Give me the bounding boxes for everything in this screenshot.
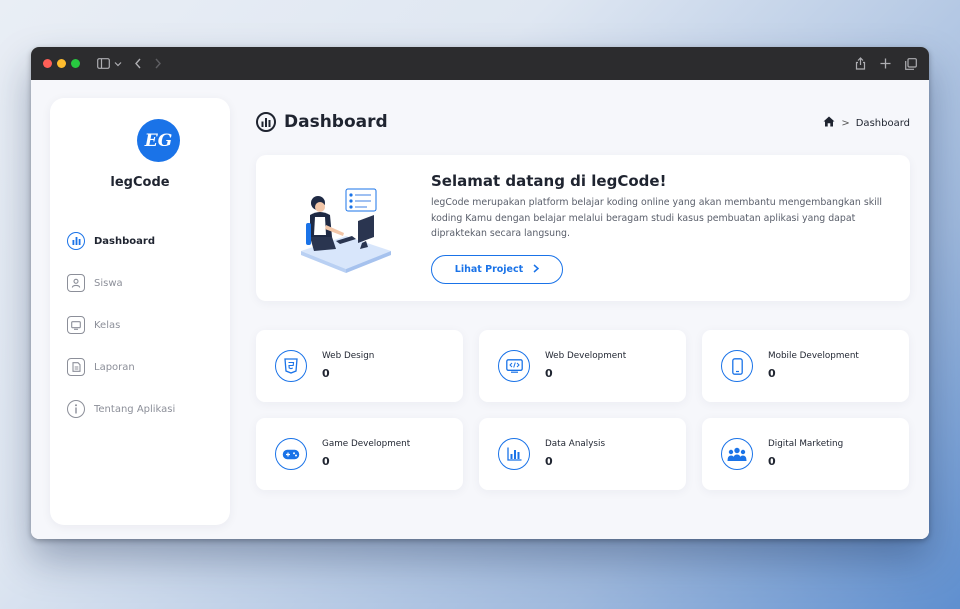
category-card-data-analysis[interactable]: Data Analysis 0 (479, 418, 686, 490)
welcome-description: legCode merupakan platform belajar kodin… (431, 197, 882, 239)
card-label: Web Design (322, 351, 375, 361)
brand-logo[interactable]: EG (137, 119, 180, 162)
welcome-title: Selamat datang di legCode! (431, 172, 666, 190)
breadcrumb: > Dashboard (823, 116, 910, 130)
people-icon (721, 438, 753, 470)
card-label: Web Development (545, 351, 627, 361)
mobile-icon (721, 350, 753, 382)
brand-name: legCode (110, 175, 170, 190)
breadcrumb-current: Dashboard (855, 117, 910, 129)
breadcrumb-separator: > (841, 117, 850, 129)
sidebar-item-kelas[interactable]: Kelas (67, 304, 217, 346)
card-label: Digital Marketing (768, 439, 844, 449)
card-count: 0 (545, 367, 553, 380)
category-card-mobile-development[interactable]: Mobile Development 0 (702, 330, 909, 402)
sidebar-item-dashboard[interactable]: Dashboard (67, 220, 217, 262)
zoom-window-button[interactable] (71, 59, 80, 68)
sidebar-item-label: Tentang Aplikasi (94, 403, 176, 415)
minimize-window-button[interactable] (57, 59, 66, 68)
page-title: Dashboard (284, 112, 388, 132)
card-label: Data Analysis (545, 439, 606, 449)
view-project-label: Lihat Project (454, 264, 524, 275)
forward-icon[interactable] (154, 58, 162, 69)
card-count: 0 (768, 455, 776, 468)
sidebar-item-laporan[interactable]: Laporan (67, 346, 217, 388)
share-icon[interactable] (855, 57, 866, 70)
close-window-button[interactable] (43, 59, 52, 68)
category-card-digital-marketing[interactable]: Digital Marketing 0 (702, 418, 909, 490)
card-count: 0 (545, 455, 553, 468)
card-count: 0 (322, 367, 330, 380)
card-count: 0 (322, 455, 330, 468)
page-content: EG legCode Dashboard Siswa Kelas Laporan… (31, 80, 929, 539)
tab-overview-icon[interactable] (905, 57, 917, 70)
welcome-card: Selamat datang di legCode! legCode merup… (256, 155, 910, 301)
category-card-web-development[interactable]: Web Development 0 (479, 330, 686, 402)
info-icon (67, 400, 85, 418)
new-tab-icon[interactable] (880, 58, 891, 69)
sidebar-item-label: Siswa (94, 277, 123, 289)
dashboard-chart-icon (256, 112, 276, 132)
category-card-web-design[interactable]: Web Design 0 (256, 330, 463, 402)
html5-icon (275, 350, 307, 382)
welcome-title-suffix: ! (659, 172, 667, 190)
card-label: Game Development (322, 439, 411, 449)
sidebar-item-label: Laporan (94, 361, 135, 373)
chevron-right-icon (533, 263, 540, 276)
code-window-icon (498, 350, 530, 382)
logo-text: EG (144, 130, 173, 151)
sidebar-item-label: Kelas (94, 319, 121, 331)
sidebar-item-label: Dashboard (94, 235, 155, 247)
category-card-game-development[interactable]: Game Development 0 (256, 418, 463, 490)
view-project-button[interactable]: Lihat Project (431, 255, 563, 284)
welcome-title-brand: legCode (591, 172, 660, 190)
document-icon (67, 358, 85, 376)
browser-window: EG legCode Dashboard Siswa Kelas Laporan… (31, 47, 929, 539)
sidebar-item-siswa[interactable]: Siswa (67, 262, 217, 304)
card-label: Mobile Development (768, 351, 859, 361)
developer-illustration (296, 181, 396, 279)
bar-chart-icon (498, 438, 530, 470)
sidebar-toggle-icon[interactable] (97, 58, 122, 69)
sidebar-nav: Dashboard Siswa Kelas Laporan Tentang Ap… (67, 220, 217, 430)
gamepad-icon (275, 438, 307, 470)
browser-toolbar (31, 47, 929, 80)
user-icon (67, 274, 85, 292)
home-icon[interactable] (823, 116, 835, 130)
monitor-icon (67, 316, 85, 334)
welcome-title-prefix: Selamat datang di (431, 172, 592, 190)
chart-icon (67, 232, 85, 250)
sidebar-item-tentang-aplikasi[interactable]: Tentang Aplikasi (67, 388, 217, 430)
back-icon[interactable] (134, 58, 142, 69)
card-count: 0 (768, 367, 776, 380)
sidebar: EG legCode Dashboard Siswa Kelas Laporan… (50, 98, 230, 525)
page-header: Dashboard (256, 112, 388, 132)
